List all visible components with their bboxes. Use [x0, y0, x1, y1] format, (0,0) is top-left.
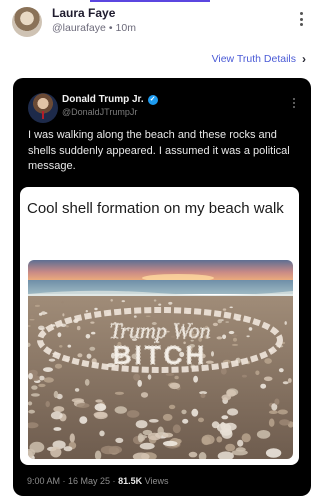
more-options-icon[interactable]: [296, 12, 306, 30]
embed-footer: 9:00 AM · 16 May 25 · 81.5K Views: [27, 476, 168, 486]
chevron-right-icon: ›: [302, 52, 306, 66]
post-time: 10m: [115, 22, 136, 34]
media-card[interactable]: Cool shell formation on my beach walk Tr…: [20, 187, 299, 465]
post-header: Laura Faye @laurafaye • 10m: [0, 0, 322, 48]
embedded-post[interactable]: Donald Trump Jr. ✓ @DonaldJTrumpJr I was…: [13, 78, 311, 496]
card-caption: Cool shell formation on my beach walk: [27, 200, 284, 217]
meta-separator: •: [108, 22, 113, 34]
views-count: 81.5K: [118, 476, 143, 486]
details-link-label: View Truth Details: [211, 53, 296, 65]
embed-timestamp: 9:00 AM · 16 May 25 ·: [27, 476, 116, 486]
embed-more-icon[interactable]: [291, 98, 297, 110]
beach-photo[interactable]: Trump Won BITCH: [28, 260, 293, 459]
view-truth-details-link[interactable]: View Truth Details ›: [212, 52, 306, 66]
author-name[interactable]: Laura Faye: [52, 6, 115, 20]
embed-handle: @DonaldJTrumpJr: [62, 107, 138, 117]
embed-author-name[interactable]: Donald Trump Jr. ✓: [62, 94, 158, 105]
verified-badge-icon: ✓: [147, 94, 158, 105]
embed-author-name-text: Donald Trump Jr.: [62, 94, 144, 105]
author-meta: @laurafaye • 10m: [52, 22, 136, 34]
author-avatar[interactable]: [12, 7, 42, 37]
embed-avatar[interactable]: [28, 93, 58, 123]
embed-text: I was walking along the beach and these …: [28, 129, 290, 172]
author-handle[interactable]: @laurafaye: [52, 22, 106, 34]
photo-shell-text-line2: BITCH: [113, 340, 207, 370]
views-label: Views: [144, 476, 169, 486]
